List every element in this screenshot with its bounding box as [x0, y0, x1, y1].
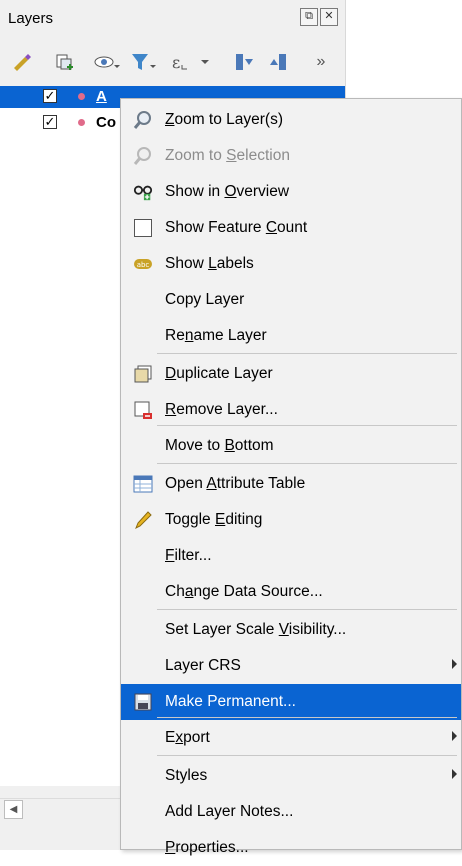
menu-item[interactable]: Rename Layer	[121, 318, 461, 354]
menu-item[interactable]: Zoom to Layer(s)	[121, 102, 461, 138]
visibility-eye-icon[interactable]	[92, 50, 122, 74]
remove-layer-icon	[133, 400, 153, 420]
menu-item[interactable]: Set Layer Scale Visibility...	[121, 612, 461, 648]
point-symbol-icon	[78, 93, 85, 100]
menu-item-label: Open Attribute Table	[165, 475, 306, 492]
menu-item[interactable]: abc Show Labels	[121, 246, 461, 282]
menu-item-label: Zoom to Selection	[165, 147, 290, 164]
panel-window-buttons: ⧉ ✕	[300, 8, 338, 26]
menu-item[interactable]: Show Feature Count	[121, 210, 461, 246]
menu-item[interactable]: Open Attribute Table	[121, 466, 461, 502]
menu-item-label: Zoom to Layer(s)	[165, 111, 284, 128]
submenu-arrow-icon	[452, 659, 457, 669]
save-icon	[133, 692, 153, 712]
duplicate-layer-icon	[133, 364, 153, 384]
menu-separator	[157, 609, 457, 610]
scroll-left-icon[interactable]: ◀	[4, 800, 23, 819]
expand-all-icon[interactable]	[232, 50, 256, 74]
menu-item[interactable]: Show in Overview	[121, 174, 461, 210]
menu-item[interactable]: Change Data Source...	[121, 574, 461, 610]
menu-item-label: Show Labels	[165, 255, 254, 272]
svg-text:abc: abc	[137, 261, 150, 269]
menu-item-label: Export	[165, 729, 210, 746]
menu-item-label: Move to Bottom	[165, 437, 274, 454]
layer-name: A	[96, 88, 107, 105]
collapse-all-icon[interactable]	[266, 50, 290, 74]
menu-item-label: Add Layer Notes...	[165, 803, 294, 820]
layer-name: Co	[96, 114, 116, 131]
checkbox-icon	[133, 218, 153, 238]
submenu-arrow-icon	[452, 769, 457, 779]
zoom-selection-icon	[133, 146, 153, 166]
menu-separator	[157, 717, 457, 718]
overview-icon	[133, 182, 153, 202]
point-symbol-icon	[78, 119, 85, 126]
menu-separator	[157, 425, 457, 426]
menu-item-label: Change Data Source...	[165, 583, 323, 600]
menu-item-label: Layer CRS	[165, 657, 241, 674]
menu-item[interactable]: Remove Layer...	[121, 392, 461, 428]
filter-legend-icon[interactable]	[128, 50, 158, 74]
menu-item[interactable]: Duplicate Layer	[121, 356, 461, 392]
menu-item[interactable]: Styles	[121, 758, 461, 794]
menu-separator	[157, 353, 457, 354]
submenu-arrow-icon	[452, 731, 457, 741]
menu-item-label: Properties...	[165, 839, 249, 856]
attribute-table-icon	[133, 474, 153, 494]
menu-item[interactable]: Properties...	[121, 830, 461, 866]
menu-item[interactable]: Move to Bottom	[121, 428, 461, 464]
labels-icon: abc	[133, 254, 153, 274]
add-group-icon[interactable]	[52, 50, 76, 74]
menu-item[interactable]: Export	[121, 720, 461, 756]
menu-item[interactable]: Toggle Editing	[121, 502, 461, 538]
menu-item-label: Remove Layer...	[165, 401, 278, 418]
menu-item[interactable]: Filter...	[121, 538, 461, 574]
menu-item-label: Copy Layer	[165, 291, 245, 308]
menu-item[interactable]: Layer CRS	[121, 648, 461, 684]
layer-visibility-checkbox[interactable]: ✓	[43, 115, 57, 129]
layer-context-menu: Zoom to Layer(s) Zoom to Selection Show in…	[120, 98, 462, 856]
pencil-icon	[133, 510, 153, 530]
menu-item-label: Styles	[165, 767, 208, 784]
menu-separator	[157, 463, 457, 464]
zoom-layer-icon	[133, 110, 153, 130]
dropdown-arrow-icon[interactable]	[198, 50, 212, 74]
layer-visibility-checkbox[interactable]: ✓	[43, 89, 57, 103]
filter-expression-icon[interactable]: ε	[168, 50, 198, 74]
float-button[interactable]: ⧉	[300, 8, 318, 26]
svg-text:ε: ε	[172, 53, 180, 72]
toolbar-more-icon[interactable]: »	[312, 50, 330, 74]
panel-title: Layers	[8, 10, 54, 27]
menu-item[interactable]: Add Layer Notes...	[121, 794, 461, 830]
menu-item-label: Rename Layer	[165, 327, 267, 344]
menu-item-label: Make Permanent...	[165, 693, 296, 710]
menu-item-label: Show Feature Count	[165, 219, 308, 236]
menu-item-label: Duplicate Layer	[165, 365, 273, 382]
style-manager-icon[interactable]	[10, 50, 34, 74]
menu-item: Zoom to Selection	[121, 138, 461, 174]
menu-separator	[157, 755, 457, 756]
menu-item-label: Toggle Editing	[165, 511, 263, 528]
menu-item[interactable]: Make Permanent...	[121, 684, 461, 720]
menu-item[interactable]: Copy Layer	[121, 282, 461, 318]
menu-item-label: Filter...	[165, 547, 212, 564]
close-button[interactable]: ✕	[320, 8, 338, 26]
menu-item-label: Show in Overview	[165, 183, 290, 200]
menu-item-label: Set Layer Scale Visibility...	[165, 621, 347, 638]
layers-toolbar: ε »	[10, 50, 340, 76]
